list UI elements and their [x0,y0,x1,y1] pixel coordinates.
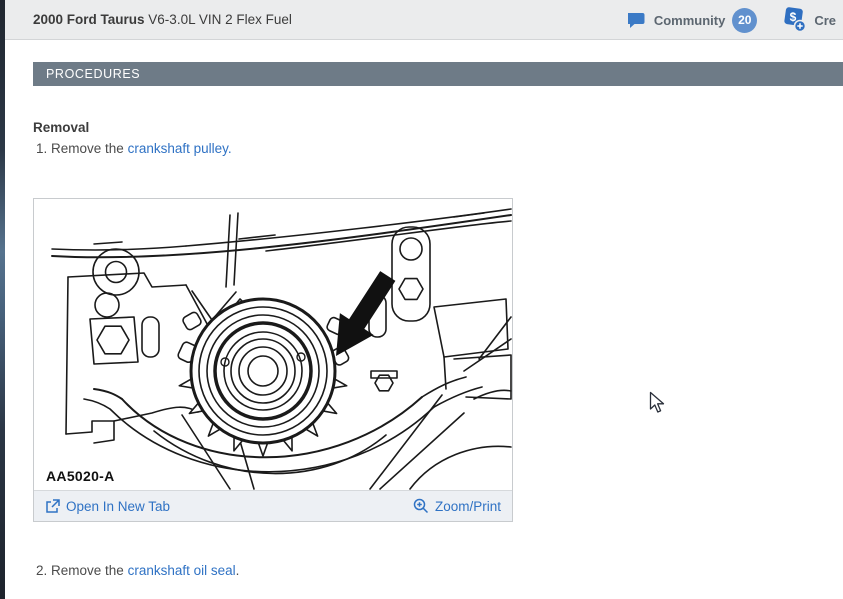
chat-bubble-icon [628,12,647,29]
community-button[interactable]: Community 20 [628,8,758,33]
vehicle-title-rest: V6-3.0L VIN 2 Flex Fuel [145,12,292,27]
open-in-new-tab-icon [45,499,60,514]
credits-label: Cre [814,13,836,28]
community-count-badge: 20 [732,8,757,33]
figure-card: AA5020-A Open In New Tab Zoom/Print [33,198,513,522]
header-actions: Community 20 $ Cre [628,0,843,40]
figure-id-label: AA5020-A [46,468,115,484]
procedure-step-1: 1. Remove the crankshaft pulley. [36,141,232,156]
removal-heading: Removal [33,120,89,135]
mouse-cursor [649,391,667,419]
vehicle-title-bold: 2000 Ford Taurus [33,12,145,27]
step-suffix: . [236,563,240,578]
procedure-step-2: 2. Remove the crankshaft oil seal. [36,563,239,578]
open-in-new-tab-link[interactable]: Open In New Tab [45,499,170,514]
step-number: 1. [36,141,47,156]
zoom-plus-icon [413,498,429,514]
credits-button[interactable]: $ Cre [783,7,843,33]
step-text: Remove the [51,141,124,156]
zoom-print-label: Zoom/Print [435,499,501,514]
crankshaft-oil-seal-link[interactable]: crankshaft oil seal [128,563,236,578]
dollar-tag-icon: $ [783,7,807,33]
figure-toolbar: Open In New Tab Zoom/Print [34,490,512,521]
crankshaft-pulley-link[interactable]: crankshaft pulley. [128,141,232,156]
app-header: 2000 Ford Taurus V6-3.0L VIN 2 Flex Fuel… [5,0,843,40]
crankshaft-pulley-diagram: AA5020-A [34,199,512,490]
zoom-print-link[interactable]: Zoom/Print [413,498,501,514]
vehicle-title: 2000 Ford Taurus V6-3.0L VIN 2 Flex Fuel [5,12,292,27]
left-edge-panel [0,0,5,599]
step-text: Remove the [51,563,124,578]
community-label: Community [654,13,726,28]
procedures-section-header[interactable]: PROCEDURES [33,62,843,86]
step-number: 2. [36,563,47,578]
open-in-new-tab-label: Open In New Tab [66,499,170,514]
